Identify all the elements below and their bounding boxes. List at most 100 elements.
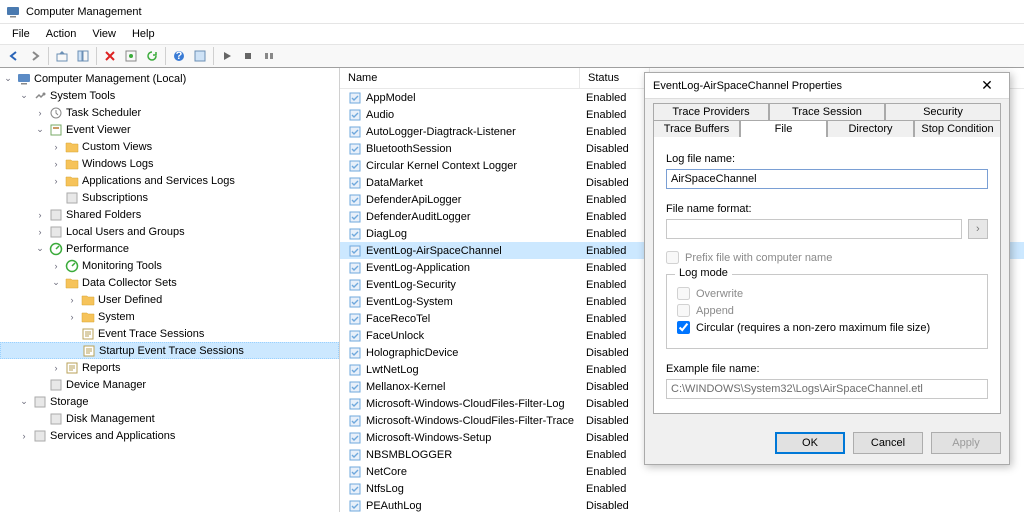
refresh-button[interactable] (142, 46, 162, 66)
expand-icon[interactable]: › (50, 261, 62, 271)
row-name: LwtNetLog (366, 364, 419, 376)
circular-row[interactable]: Circular (requires a non-zero maximum fi… (677, 321, 977, 334)
tree-reports[interactable]: ›Reports (0, 359, 339, 376)
append-row[interactable]: Append (677, 304, 977, 317)
menu-help[interactable]: Help (124, 26, 163, 42)
tree-data-collector-sets[interactable]: ⌄Data Collector Sets (0, 274, 339, 291)
forward-button[interactable] (25, 46, 45, 66)
up-button[interactable] (52, 46, 72, 66)
tree-monitoring-tools[interactable]: ›Monitoring Tools (0, 257, 339, 274)
expand-icon[interactable]: ⌄ (50, 277, 62, 288)
close-icon[interactable]: ✕ (973, 76, 1001, 96)
tree-local-users-groups[interactable]: ›Local Users and Groups (0, 223, 339, 240)
tree-item-icon (49, 412, 63, 426)
play-button[interactable] (217, 46, 237, 66)
apply-button[interactable]: Apply (931, 432, 1001, 454)
trace-session-icon (348, 414, 362, 428)
tree-system-tools[interactable]: ⌄System Tools (0, 87, 339, 104)
expand-icon[interactable]: ⌄ (18, 396, 30, 407)
back-button[interactable] (4, 46, 24, 66)
stop-button[interactable] (238, 46, 258, 66)
col-name[interactable]: Name (340, 68, 580, 88)
expand-icon[interactable]: › (50, 159, 62, 169)
expand-icon[interactable]: ⌄ (2, 73, 14, 84)
tree-disk-management[interactable]: Disk Management (0, 410, 339, 427)
properties-dialog: EventLog-AirSpaceChannel Properties ✕ Tr… (644, 72, 1010, 465)
expand-icon[interactable]: › (34, 108, 46, 118)
tree-storage[interactable]: ⌄ Storage (0, 393, 339, 410)
tree-subscriptions[interactable]: Subscriptions (0, 189, 339, 206)
row-status: Enabled (580, 245, 650, 257)
tree-windows-logs[interactable]: ›Windows Logs (0, 155, 339, 172)
app-icon (6, 5, 20, 19)
cancel-button[interactable]: Cancel (853, 432, 923, 454)
dialog-titlebar[interactable]: EventLog-AirSpaceChannel Properties ✕ (645, 73, 1009, 99)
tab-security[interactable]: Security (885, 103, 1001, 120)
tab-directory[interactable]: Directory (827, 120, 914, 137)
expand-icon[interactable]: › (18, 431, 30, 441)
row-status: Enabled (580, 279, 650, 291)
ok-button[interactable]: OK (775, 432, 845, 454)
list-row[interactable]: NtfsLogEnabled (340, 480, 1024, 497)
tab-file[interactable]: File (740, 120, 827, 137)
tree-item-icon (33, 395, 47, 409)
menu-file[interactable]: File (4, 26, 38, 42)
tab-stop-condition[interactable]: Stop Condition (914, 120, 1001, 137)
circular-checkbox[interactable] (677, 321, 690, 334)
expand-icon[interactable]: ⌄ (18, 90, 30, 101)
row-name: NtfsLog (366, 483, 404, 495)
trace-session-icon (348, 329, 362, 343)
tab-trace-buffers[interactable]: Trace Buffers (653, 120, 740, 137)
expand-icon[interactable]: › (34, 227, 46, 237)
list-row[interactable]: PEAuthLogDisabled (340, 497, 1024, 512)
menu-view[interactable]: View (84, 26, 124, 42)
list-row[interactable]: NetCoreEnabled (340, 463, 1024, 480)
tab-trace-providers[interactable]: Trace Providers (653, 103, 769, 120)
menu-action[interactable]: Action (38, 26, 85, 42)
expand-icon[interactable]: › (50, 176, 62, 186)
expand-icon[interactable]: › (66, 295, 78, 305)
help-button[interactable]: ? (169, 46, 189, 66)
tree-item-label: Applications and Services Logs (82, 175, 235, 187)
tab-trace-session[interactable]: Trace Session (769, 103, 885, 120)
action-button[interactable] (121, 46, 141, 66)
record-button[interactable] (259, 46, 279, 66)
file-name-format-browse-button[interactable]: › (968, 219, 988, 239)
delete-button[interactable] (100, 46, 120, 66)
expand-icon[interactable]: ⌄ (34, 243, 46, 254)
tree-device-manager[interactable]: Device Manager (0, 376, 339, 393)
tree-startup-event-trace-sessions[interactable]: Startup Event Trace Sessions (0, 342, 339, 359)
tree-user-defined[interactable]: ›User Defined (0, 291, 339, 308)
prefix-checkbox-row[interactable]: Prefix file with computer name (666, 251, 988, 264)
expand-icon[interactable]: › (66, 312, 78, 322)
tree-shared-folders[interactable]: ›Shared Folders (0, 206, 339, 223)
tree-custom-views[interactable]: ›Custom Views (0, 138, 339, 155)
file-name-format-input[interactable] (666, 219, 962, 239)
tree-app-services-logs[interactable]: › Applications and Services Logs (0, 172, 339, 189)
tree-performance[interactable]: ⌄Performance (0, 240, 339, 257)
log-file-name-input[interactable] (666, 169, 988, 189)
show-hide-tree-button[interactable] (73, 46, 93, 66)
tree-task-scheduler[interactable]: ›Task Scheduler (0, 104, 339, 121)
tree-root[interactable]: ⌄Computer Management (Local) (0, 70, 339, 87)
row-status: Enabled (580, 466, 650, 478)
tree-services-apps[interactable]: ›Services and Applications (0, 427, 339, 444)
overwrite-row[interactable]: Overwrite (677, 287, 977, 300)
expand-icon[interactable]: ⌄ (34, 124, 46, 135)
col-status[interactable]: Status (580, 68, 650, 88)
prefix-checkbox[interactable] (666, 251, 679, 264)
expand-icon[interactable]: › (50, 142, 62, 152)
tree-event-viewer[interactable]: ⌄Event Viewer (0, 121, 339, 138)
tree-pane[interactable]: ⌄Computer Management (Local)⌄System Tool… (0, 68, 340, 512)
tree-item-icon (65, 157, 79, 171)
tree-item-label: Storage (50, 396, 89, 408)
row-status: Disabled (580, 177, 650, 189)
tree-event-trace-sessions[interactable]: Event Trace Sessions (0, 325, 339, 342)
trace-session-icon (348, 482, 362, 496)
pane-button[interactable] (190, 46, 210, 66)
append-checkbox[interactable] (677, 304, 690, 317)
overwrite-checkbox[interactable] (677, 287, 690, 300)
expand-icon[interactable]: › (50, 363, 62, 373)
tree-system[interactable]: ›System (0, 308, 339, 325)
expand-icon[interactable]: › (34, 210, 46, 220)
